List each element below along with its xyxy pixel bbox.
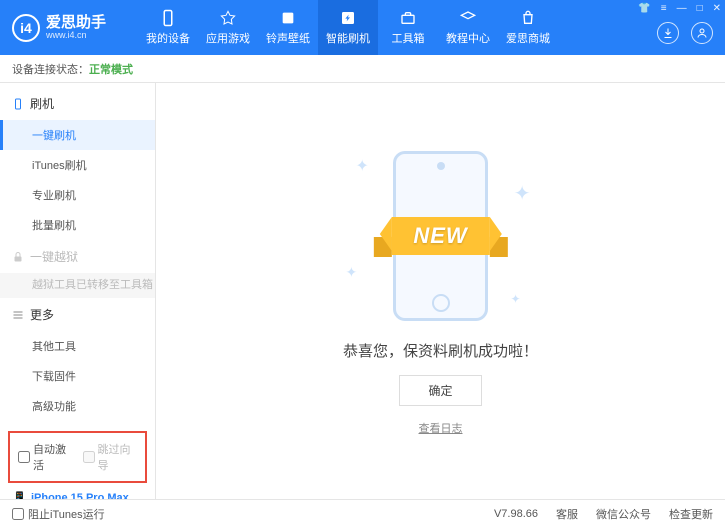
lock-icon <box>12 251 24 263</box>
footer: 阻止iTunes运行 V7.98.66 客服 微信公众号 检查更新 <box>0 499 725 527</box>
menu-icon[interactable]: ≡ <box>661 3 667 14</box>
sidebar-item-other-tools[interactable]: 其他工具 <box>0 331 155 361</box>
device-name[interactable]: iPhone 15 Pro Max <box>12 491 143 499</box>
version-label: V7.98.66 <box>494 508 538 520</box>
sidebar-item-download-firmware[interactable]: 下载固件 <box>0 361 155 391</box>
nav-my-device[interactable]: 我的设备 <box>138 0 198 55</box>
sidebar-item-oneclick-flash[interactable]: 一键刷机 <box>0 120 155 150</box>
success-illustration: ✦ ✦ ✦ ✦ NEW <box>326 146 556 326</box>
more-icon <box>12 309 24 321</box>
top-nav: 我的设备 应用游戏 铃声壁纸 智能刷机 工具箱 教程中心 爱思商城 <box>138 0 558 55</box>
logo-icon: i4 <box>12 14 40 42</box>
logo: i4 爱思助手 www.i4.cn <box>0 14 118 42</box>
nav-store[interactable]: 爱思商城 <box>498 0 558 55</box>
shirt-icon[interactable]: 👕 <box>638 3 650 14</box>
sidebar-item-jailbreak-moved: 越狱工具已转移至工具箱 <box>0 273 155 298</box>
device-icon <box>159 9 177 27</box>
nav-toolbox[interactable]: 工具箱 <box>378 0 438 55</box>
window-controls: 👕 ≡ — □ ✕ <box>638 3 721 14</box>
ok-button[interactable]: 确定 <box>399 375 481 406</box>
store-icon <box>519 9 537 27</box>
logo-subtitle: www.i4.cn <box>46 30 106 40</box>
app-header: i4 爱思助手 www.i4.cn 我的设备 应用游戏 铃声壁纸 智能刷机 工具… <box>0 0 725 55</box>
nav-ringtones[interactable]: 铃声壁纸 <box>258 0 318 55</box>
maximize-icon[interactable]: □ <box>697 3 703 14</box>
nav-apps-games[interactable]: 应用游戏 <box>198 0 258 55</box>
apps-icon <box>219 9 237 27</box>
sidebar-item-batch-flash[interactable]: 批量刷机 <box>0 210 155 240</box>
sidebar-group-flash[interactable]: 刷机 <box>0 87 155 120</box>
view-log-link[interactable]: 查看日志 <box>419 420 463 436</box>
status-bar: 设备连接状态： 正常模式 <box>0 55 725 83</box>
flash-group-icon <box>12 98 24 110</box>
close-icon[interactable]: ✕ <box>713 3 721 14</box>
tutorial-icon <box>459 9 477 27</box>
auto-activate-checkbox[interactable]: 自动激活 <box>18 441 73 473</box>
logo-title: 爱思助手 <box>46 15 106 30</box>
sidebar: 刷机 一键刷机 iTunes刷机 专业刷机 批量刷机 一键越狱 越狱工具已转移至… <box>0 83 156 499</box>
wechat-link[interactable]: 微信公众号 <box>596 506 651 522</box>
status-mode: 正常模式 <box>89 61 133 77</box>
device-info: iPhone 15 Pro Max 512GB iPhone <box>0 483 155 499</box>
ringtone-icon <box>279 9 297 27</box>
sidebar-item-pro-flash[interactable]: 专业刷机 <box>0 180 155 210</box>
minimize-icon[interactable]: — <box>677 3 687 14</box>
sidebar-item-itunes-flash[interactable]: iTunes刷机 <box>0 150 155 180</box>
nav-smart-flash[interactable]: 智能刷机 <box>318 0 378 55</box>
status-label: 设备连接状态： <box>12 61 89 77</box>
skip-guide-checkbox[interactable]: 跳过向导 <box>83 441 138 473</box>
sidebar-item-advanced[interactable]: 高级功能 <box>0 391 155 421</box>
success-message: 恭喜您，保资料刷机成功啦！ <box>343 340 538 361</box>
new-ribbon: NEW <box>391 217 489 255</box>
check-update-link[interactable]: 检查更新 <box>669 506 713 522</box>
content-area: ✦ ✦ ✦ ✦ NEW 恭喜您，保资料刷机成功啦！ 确定 查看日志 <box>156 83 725 499</box>
user-button[interactable] <box>691 22 713 44</box>
sidebar-group-more[interactable]: 更多 <box>0 298 155 331</box>
nav-tutorials[interactable]: 教程中心 <box>438 0 498 55</box>
block-itunes-checkbox[interactable]: 阻止iTunes运行 <box>12 506 105 522</box>
toolbox-icon <box>399 9 417 27</box>
flash-icon <box>339 9 357 27</box>
download-button[interactable] <box>657 22 679 44</box>
activation-options: 自动激活 跳过向导 <box>8 431 147 483</box>
support-link[interactable]: 客服 <box>556 506 578 522</box>
sidebar-group-jailbreak: 一键越狱 <box>0 240 155 273</box>
